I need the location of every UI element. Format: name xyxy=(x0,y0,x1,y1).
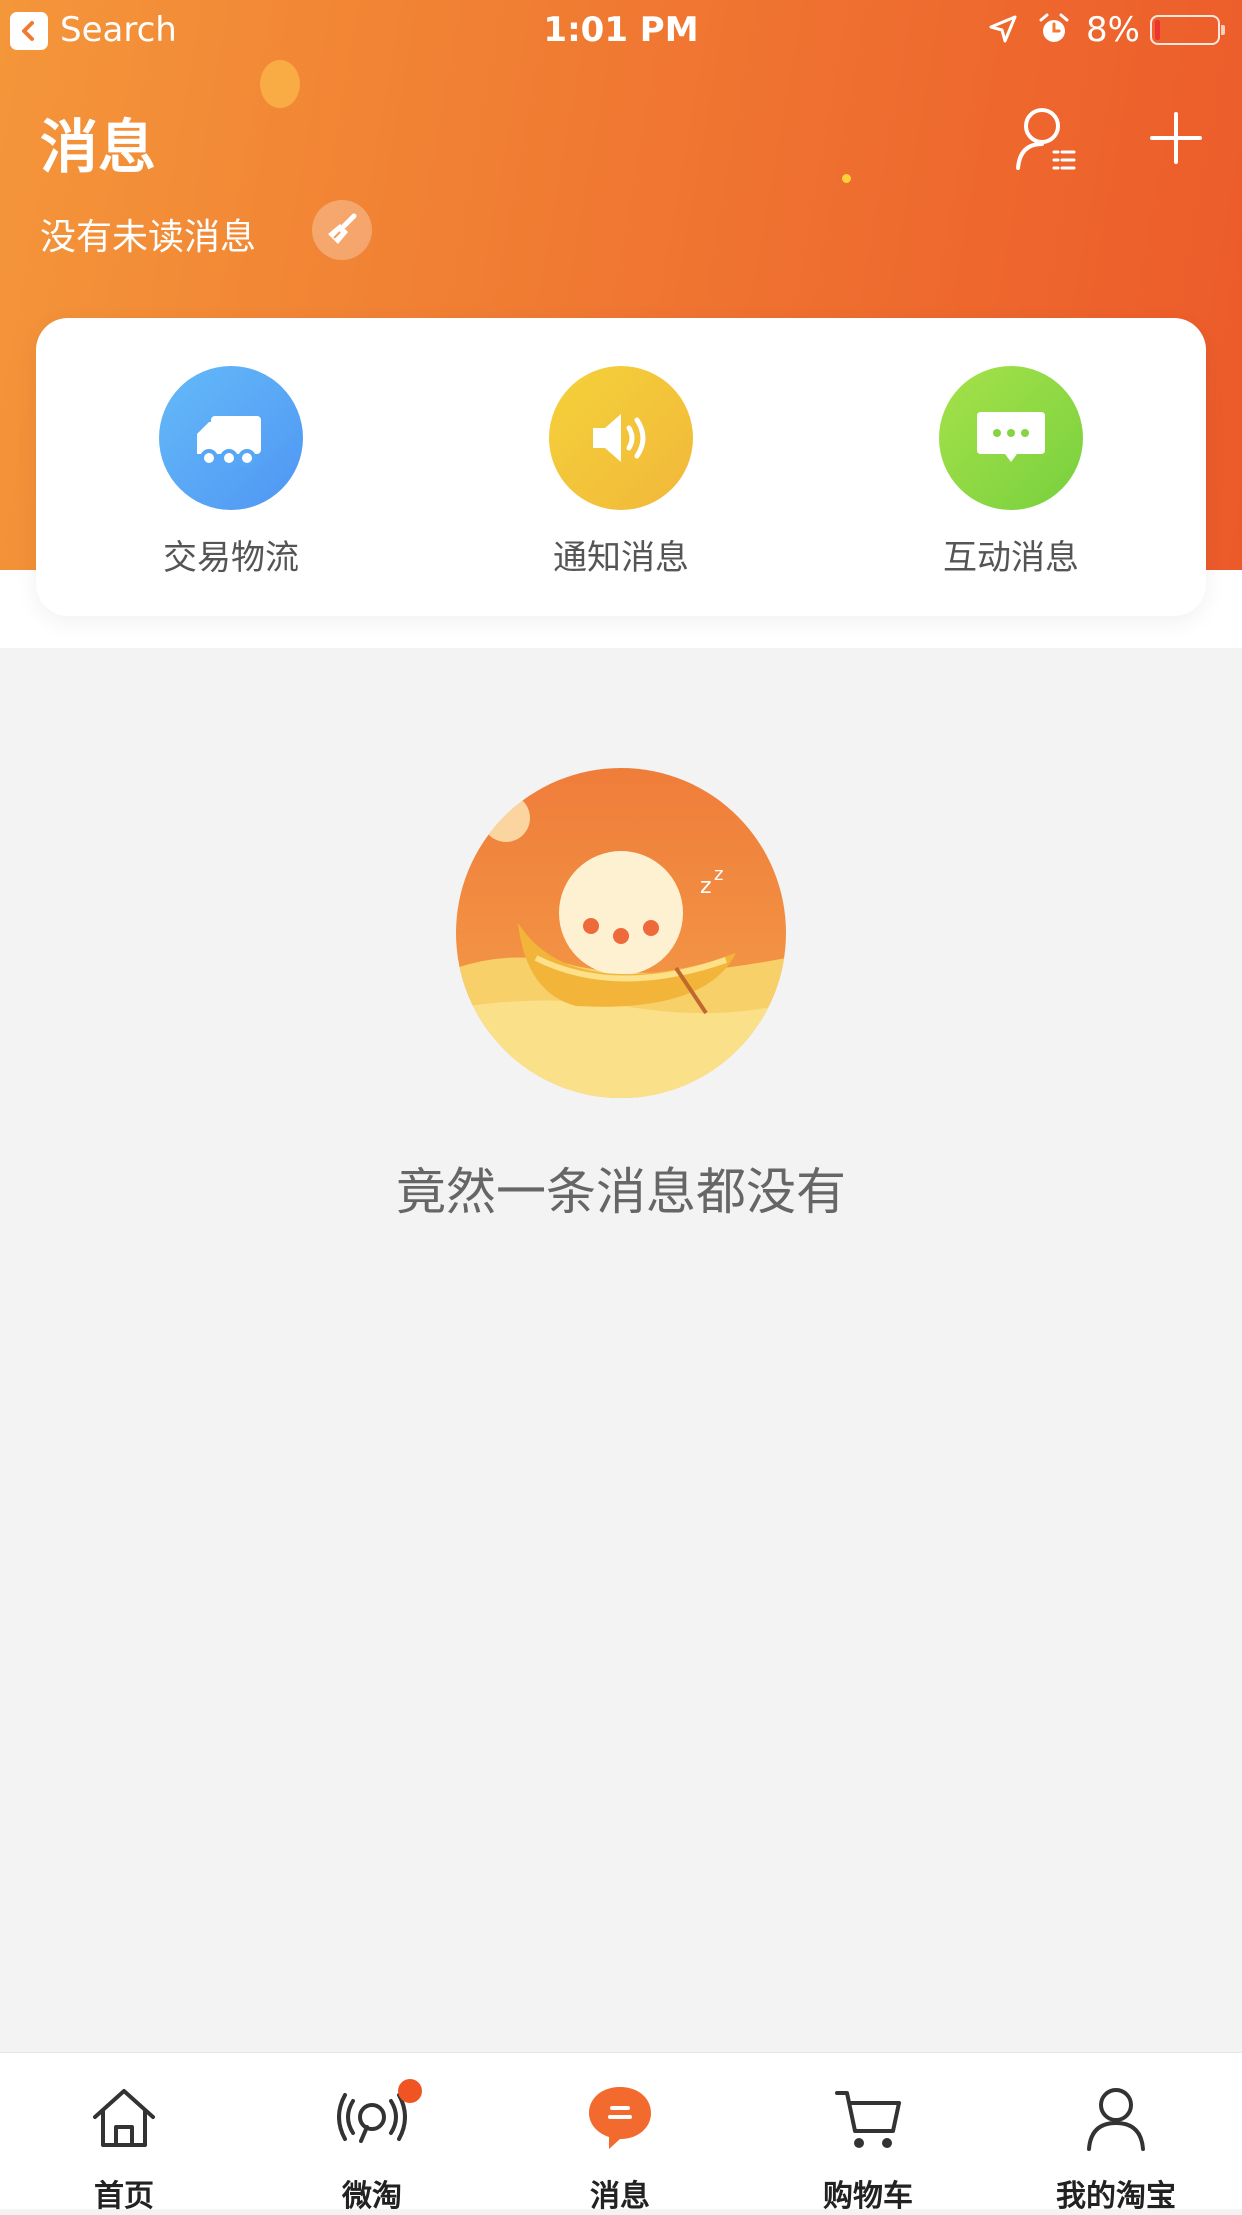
unread-status: 没有未读消息 xyxy=(40,217,257,258)
message-icon xyxy=(589,2087,651,2149)
alarm-icon xyxy=(1039,13,1069,42)
tab-cart[interactable]: 购物车 xyxy=(744,2053,992,2214)
speaker-icon xyxy=(549,366,693,510)
home-icon xyxy=(93,2089,155,2147)
status-bar: Search 1:01 PM 8% xyxy=(0,0,1242,62)
empty-state-message: 竟然一条消息都没有 xyxy=(396,1163,846,1221)
tab-my-taobao[interactable]: 我的淘宝 xyxy=(992,2053,1240,2214)
tab-label: 微淘 xyxy=(342,2179,402,2214)
battery-percent: 8% xyxy=(1086,10,1140,50)
page-title: 消息 xyxy=(40,113,157,181)
decorative-dot xyxy=(260,60,300,108)
category-interactions[interactable]: 互动消息 xyxy=(816,318,1206,616)
category-notifications[interactable]: 通知消息 xyxy=(426,318,816,616)
category-label: 通知消息 xyxy=(553,538,689,578)
category-label: 交易物流 xyxy=(163,538,299,578)
location-arrow-icon xyxy=(989,15,1017,43)
category-trade-logistics[interactable]: 交易物流 xyxy=(36,318,426,616)
decorative-dot xyxy=(842,174,851,183)
bottom-tab-bar: 首页 微淘 消息 购物车 我的淘宝 xyxy=(0,2052,1242,2214)
tab-label: 消息 xyxy=(590,2179,650,2214)
tab-label: 我的淘宝 xyxy=(1056,2179,1176,2214)
person-icon xyxy=(1087,2088,1145,2151)
empty-messages-illustration: z z xyxy=(456,768,786,1098)
broom-icon xyxy=(328,213,357,244)
tab-label: 购物车 xyxy=(823,2179,913,2214)
add-icon[interactable] xyxy=(1146,108,1206,168)
tab-messages[interactable]: 消息 xyxy=(496,2053,744,2214)
truck-icon xyxy=(159,366,303,510)
chat-dots-icon xyxy=(939,366,1083,510)
battery-icon xyxy=(1150,15,1225,45)
tab-weitao[interactable]: 微淘 xyxy=(248,2053,496,2214)
cart-icon xyxy=(835,2091,901,2148)
svg-text:z: z xyxy=(714,864,723,885)
notification-badge xyxy=(398,2079,422,2103)
svg-text:z: z xyxy=(700,874,712,899)
tab-home[interactable]: 首页 xyxy=(0,2053,248,2214)
tab-label: 首页 xyxy=(94,2179,154,2214)
message-categories-card: 交易物流 通知消息 互动消息 xyxy=(36,318,1206,616)
contacts-icon[interactable] xyxy=(1014,104,1078,172)
category-label: 互动消息 xyxy=(943,538,1079,578)
clear-unread-button[interactable] xyxy=(312,200,372,260)
broadcast-icon xyxy=(337,2093,407,2143)
